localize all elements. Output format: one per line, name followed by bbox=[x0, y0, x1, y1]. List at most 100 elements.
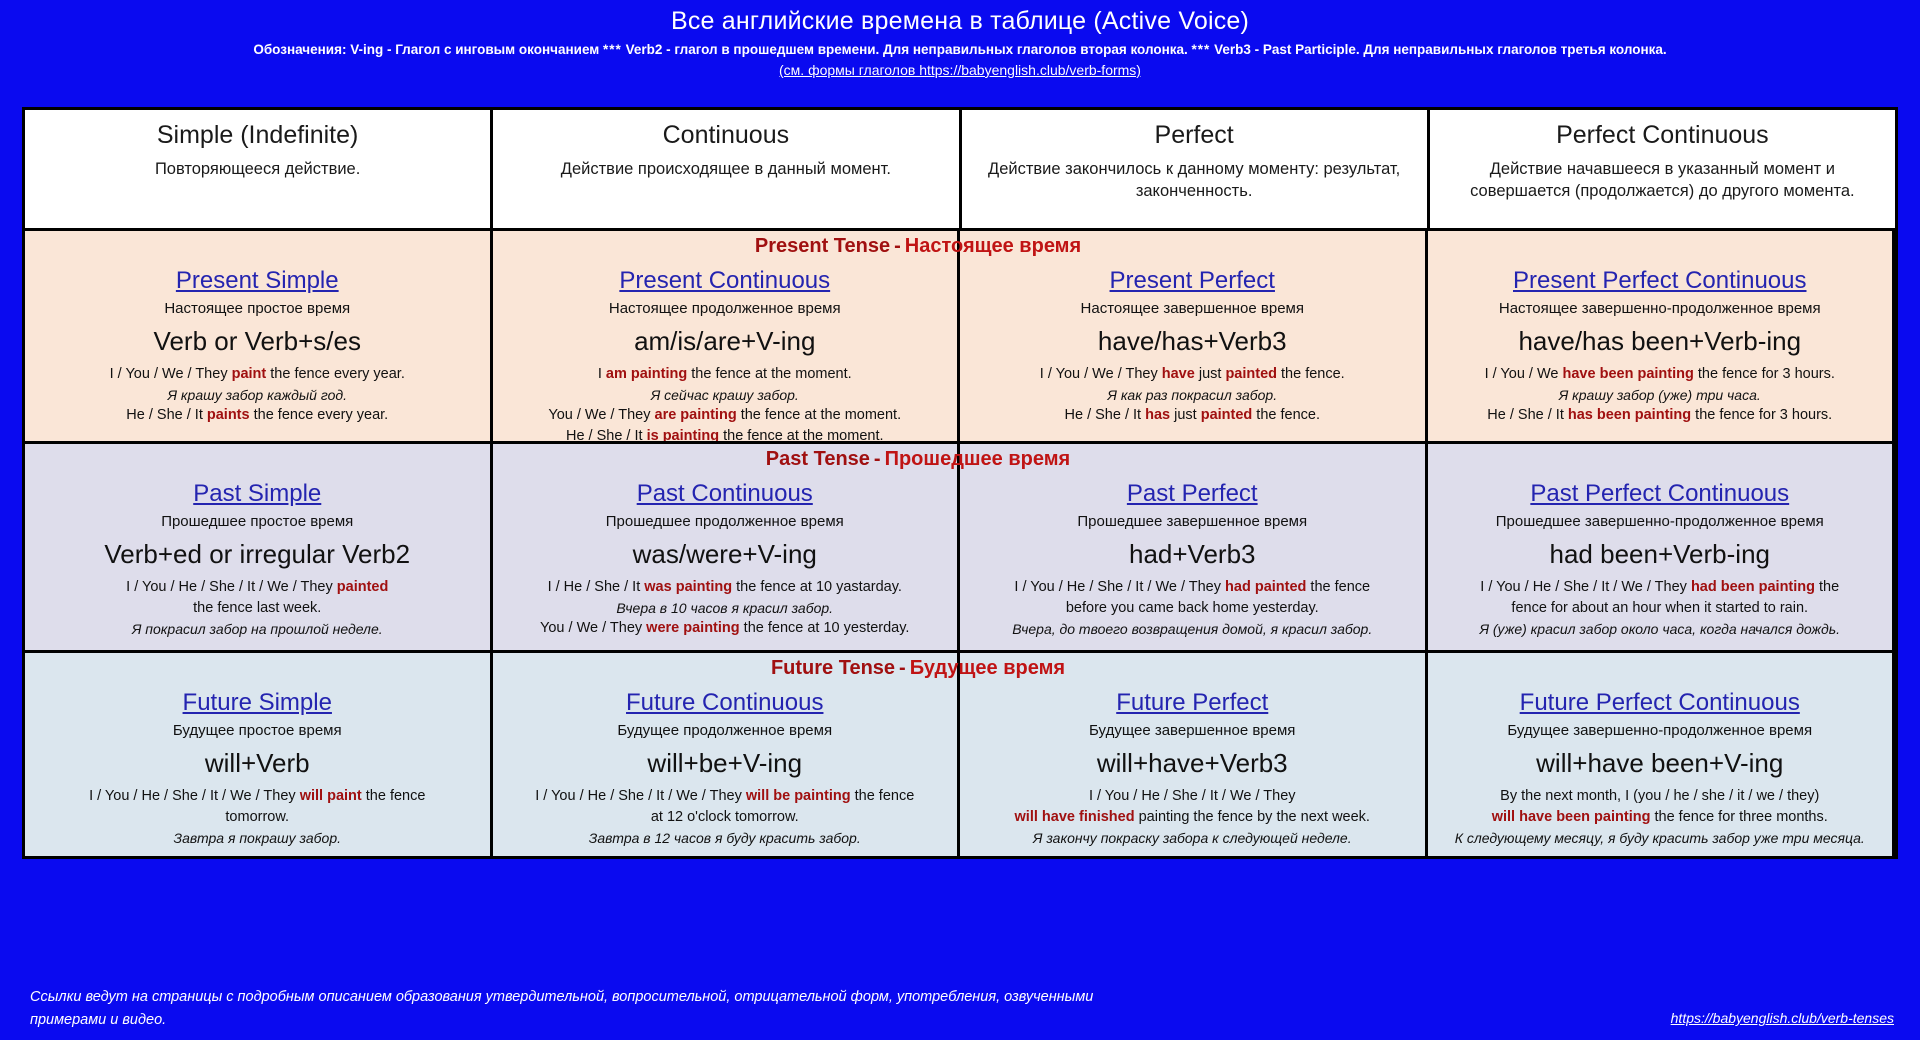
example-text: painting the fence by the next week. bbox=[1134, 808, 1370, 825]
example-text: I / You / He / She / It / We / They bbox=[1014, 578, 1226, 595]
example-sentence: I / You / We have been painting the fenc… bbox=[1436, 364, 1885, 385]
example-sentence: before you came back home yesterday. bbox=[968, 598, 1417, 619]
example-highlight: is painting bbox=[646, 427, 720, 441]
tense-cell: Past Continuous Прошедшее продолженное вр… bbox=[492, 444, 960, 650]
example-sentence: He / She / It has been painting the fenc… bbox=[1436, 405, 1885, 426]
tense-cell: Future Perfect Continuous Будущее заверше… bbox=[1427, 653, 1895, 856]
example-text: the fence at 10 yastarday. bbox=[732, 578, 902, 595]
example-sentence: fence for about an hour when it started … bbox=[1436, 598, 1885, 619]
example-text: the fence for 3 hours. bbox=[1693, 365, 1835, 382]
tense-russian-name: Прошедшее завершенное время bbox=[1077, 512, 1308, 530]
example-text: I / You / We / They bbox=[109, 365, 232, 382]
example-text: the fence at 10 yesterday. bbox=[739, 619, 910, 636]
example-text: You / We / They bbox=[540, 619, 647, 636]
example-highlight: am painting bbox=[605, 365, 688, 382]
column-description: Повторяющееся действие. bbox=[154, 160, 361, 178]
example-text: before you came back home yesterday. bbox=[1065, 599, 1319, 616]
column-description: Действие закончилось к данному моменту: … bbox=[988, 160, 1401, 201]
example-highlight: have bbox=[1161, 365, 1195, 382]
tense-russian-name: Настоящее продолженное время bbox=[608, 299, 841, 317]
tense-cell: Past Perfect Continuous Прошедшее заверше… bbox=[1427, 444, 1895, 650]
example-text: just bbox=[1170, 406, 1201, 423]
tense-link[interactable]: Present Perfect Continuous bbox=[1513, 267, 1807, 295]
example-text: By the next month, I (you / he / she / i… bbox=[1500, 787, 1820, 804]
example-text: the bbox=[1815, 578, 1840, 595]
tense-russian-name: Прошедшее завершенно-продолженное время bbox=[1495, 512, 1824, 530]
tense-link[interactable]: Past Perfect bbox=[1127, 480, 1258, 508]
example-translation: К следующему месяцу, я буду красить забо… bbox=[1454, 829, 1865, 846]
example-list: I / You / He / She / It / We / They will… bbox=[33, 786, 482, 848]
example-text: fence for about an hour when it started … bbox=[1511, 599, 1809, 616]
example-text: the fence every year. bbox=[249, 406, 389, 423]
tense-cell: Present Perfect Настоящее завершенное вре… bbox=[960, 231, 1428, 441]
tense-link[interactable]: Past Perfect Continuous bbox=[1530, 480, 1789, 508]
tense-formula: have/has+Verb3 bbox=[1097, 326, 1287, 357]
tense-link[interactable]: Future Perfect bbox=[1116, 689, 1268, 717]
tense-russian-name: Будущее простое время bbox=[172, 721, 342, 739]
tense-link[interactable]: Future Perfect Continuous bbox=[1520, 689, 1800, 717]
example-translation: Я крашу забор (уже) три часа. bbox=[1558, 386, 1761, 403]
example-sentence: I / You / We / They paint the fence ever… bbox=[33, 364, 482, 385]
example-sentence: He / She / It is painting the fence at t… bbox=[501, 426, 950, 441]
tense-link[interactable]: Present Perfect bbox=[1110, 267, 1275, 295]
example-sentence: I / You / He / She / It / We / They will… bbox=[501, 786, 950, 807]
verb-forms-link-row: (см. формы глаголов https://babyenglish.… bbox=[0, 62, 1920, 80]
example-sentence: He / She / It has just painted the fence… bbox=[968, 405, 1417, 426]
tense-formula: had been+Verb-ing bbox=[1549, 539, 1770, 570]
tense-link[interactable]: Past Simple bbox=[193, 480, 321, 508]
tense-formula: will+have been+V-ing bbox=[1536, 748, 1784, 779]
example-sentence: You / We / They were painting the fence … bbox=[501, 618, 950, 639]
legend-line: Обозначения: V-ing - Глагол с инговым ок… bbox=[0, 41, 1920, 59]
tense-link[interactable]: Present Continuous bbox=[619, 267, 830, 295]
example-text: I / You / We bbox=[1484, 365, 1563, 382]
verb-forms-link[interactable]: (см. формы глаголов https://babyenglish.… bbox=[779, 62, 1141, 78]
tense-formula: Verb or Verb+s/es bbox=[153, 326, 361, 357]
example-sentence: will have been painting the fence for th… bbox=[1436, 807, 1885, 828]
tense-formula: Verb+ed or irregular Verb2 bbox=[104, 539, 411, 570]
example-text: the fence bbox=[361, 787, 426, 804]
example-text: the fence at the moment. bbox=[687, 365, 852, 382]
poster-footer: Ссылки ведут на страницы с подробным опи… bbox=[0, 978, 1920, 1040]
tense-formula: have/has been+Verb-ing bbox=[1518, 326, 1802, 357]
tenses-table: Simple (Indefinite) Повторяющееся действи… bbox=[22, 107, 1898, 859]
tense-link[interactable]: Present Simple bbox=[176, 267, 339, 295]
example-text: I / You / He / She / It / We / They bbox=[89, 787, 300, 804]
example-highlight: has been painting bbox=[1567, 406, 1692, 423]
table-header-row: Simple (Indefinite) Повторяющееся действи… bbox=[25, 110, 1895, 231]
page-title: Все английские времена в таблице (Active… bbox=[670, 7, 1250, 35]
footer-link-wrap: https://babyenglish.club/verb-tenses bbox=[1671, 986, 1894, 1028]
column-title: Perfect Continuous bbox=[1556, 121, 1769, 149]
example-translation: Я крашу забор каждый год. bbox=[167, 386, 347, 403]
legend-separator-2: *** bbox=[1191, 42, 1211, 58]
example-highlight: will have finished bbox=[1014, 808, 1135, 825]
example-translation: Я (уже) красил забор около часа, когда н… bbox=[1479, 620, 1841, 637]
tense-formula: will+Verb bbox=[204, 748, 310, 779]
example-list: I / You / We / They paint the fence ever… bbox=[33, 364, 482, 426]
tense-russian-name: Будущее продолженное время bbox=[617, 721, 833, 739]
example-list: By the next month, I (you / he / she / i… bbox=[1436, 786, 1885, 848]
example-list: I / You / He / She / It / We / They will… bbox=[501, 786, 950, 848]
legend-part-1: Обозначения: V-ing - Глагол с инговым ок… bbox=[253, 42, 600, 58]
example-sentence: I / You / He / She / It / We / They bbox=[968, 786, 1417, 807]
example-sentence: I / You / He / She / It / We / They had … bbox=[968, 577, 1417, 598]
tense-link[interactable]: Past Continuous bbox=[637, 480, 813, 508]
example-sentence: I / You / We / They have just painted th… bbox=[968, 364, 1417, 385]
tense-russian-name: Настоящее завершенно-продолженное время bbox=[1498, 299, 1821, 317]
example-text: I / You / He / She / It / We / They bbox=[1480, 578, 1691, 595]
example-translation: Я закончу покраску забора к следующей не… bbox=[1032, 829, 1352, 846]
column-title: Continuous bbox=[662, 121, 790, 149]
example-text: the fence every year. bbox=[266, 365, 405, 382]
example-sentence: He / She / It paints the fence every yea… bbox=[33, 405, 482, 426]
legend-part-3: Verb3 - Past Participle. Для неправильны… bbox=[1214, 42, 1667, 58]
example-text: He / She / It bbox=[126, 406, 207, 423]
example-highlight: painted bbox=[1225, 365, 1277, 382]
tense-link[interactable]: Future Continuous bbox=[626, 689, 823, 717]
example-text: the fence last week. bbox=[193, 599, 322, 616]
tense-formula: had+Verb3 bbox=[1128, 539, 1256, 570]
example-sentence: I am painting the fence at the moment. bbox=[501, 364, 950, 385]
example-highlight: had painted bbox=[1225, 578, 1307, 595]
tense-link[interactable]: Future Simple bbox=[183, 689, 332, 717]
example-highlight: will paint bbox=[299, 787, 362, 804]
site-link[interactable]: https://babyenglish.club/verb-tenses bbox=[1671, 1010, 1894, 1026]
example-highlight: will be painting bbox=[745, 787, 851, 804]
